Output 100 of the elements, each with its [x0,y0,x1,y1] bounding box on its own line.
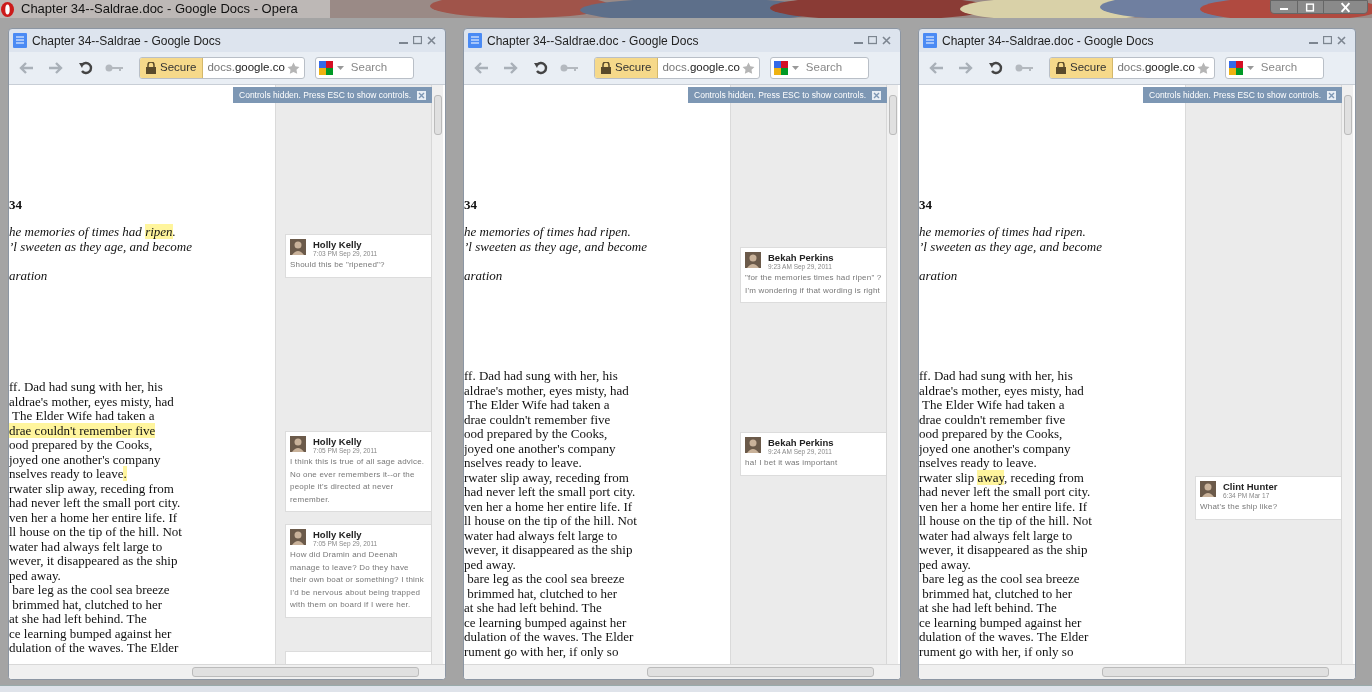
text-line: wever, it disappeared as the ship [919,543,1088,558]
search-field[interactable]: Search [769,57,869,79]
comment-author: Bekah Perkins [768,437,834,448]
vertical-scrollbar[interactable] [886,85,898,664]
minimize-icon[interactable] [1271,1,1297,13]
text-line: The Elder Wife had taken a [11,409,155,424]
horizontal-scrollbar[interactable] [464,664,900,679]
reload-icon[interactable] [79,61,93,75]
close-icon[interactable] [1327,90,1336,100]
comment-text: Should this be "ripened"? [290,259,386,271]
forward-icon[interactable] [503,62,518,74]
maximize-icon[interactable] [1323,36,1332,45]
reload-icon[interactable] [989,61,1003,75]
text-line: ff. Dad had sung with her, his [9,380,163,395]
text-line: brimmed hat, clutched to her [921,586,1073,601]
text-line: he memories of times had ripen. [919,225,1086,240]
lock-icon [601,62,611,74]
vertical-scrollbar[interactable] [431,85,443,664]
key-icon[interactable] [105,64,123,72]
text-line: brimmed hat, clutched to her [466,586,618,601]
search-engine-icon [1228,61,1243,75]
star-icon[interactable] [741,61,755,75]
text-line: rwater slip away, receding from [9,481,174,496]
text-line: ’l sweeten as they age, and become [464,239,648,254]
search-field[interactable]: Search [1224,57,1324,79]
avatar-icon [290,529,306,545]
forward-icon[interactable] [48,62,63,74]
banner-text: Controls hidden. Press ESC to show controls. [1149,88,1321,102]
text-line: aldrae's mother, eyes misty, had [919,383,1084,398]
text-line: water had always felt large to [9,539,163,554]
avatar-icon [290,436,306,452]
app-title: Chapter 34--Saldrae.doc - Google Docs - Opera [21,0,298,19]
text-line: ce learning bumped against her [464,615,627,630]
text-line: rwater slip away, receding from [919,470,1084,485]
search-field[interactable]: Search [314,57,414,79]
text-line: drae couldn't remember five [464,412,611,427]
close-icon[interactable] [427,36,436,45]
secure-label: Secure [160,60,197,76]
text-line: had never left the small port city. [9,496,181,511]
vertical-scrollbar[interactable] [1341,85,1353,664]
text-line: aldrae's mother, eyes misty, had [464,383,629,398]
close-icon[interactable] [1337,36,1346,45]
text-line: ood prepared by the Cooks, [464,427,608,442]
star-icon[interactable] [1196,61,1210,75]
close-icon[interactable] [872,90,881,100]
comment-author: Holly Kelly [313,529,363,540]
text-line: joyed one another's company [919,441,1071,456]
text-line: at she had left behind. The [9,612,147,627]
text-line: ce learning bumped against her [9,626,172,641]
text-line: The Elder Wife had taken a [466,398,610,413]
text-line: nselves ready to leave. [9,467,127,482]
key-icon[interactable] [1015,64,1033,72]
text-line: he memories of times had ripen. [464,225,631,240]
close-icon[interactable] [417,90,426,100]
address-text: docs.google.co [207,60,285,76]
text-line: bare leg as the cool sea breeze [467,572,625,587]
back-icon[interactable] [19,62,34,74]
text-line: water had always felt large to [464,528,618,543]
back-icon[interactable] [474,62,489,74]
horizontal-scrollbar[interactable] [919,664,1355,679]
star-icon[interactable] [286,61,300,75]
caret-icon [336,66,344,70]
text-line: nselves ready to leave. [919,456,1037,471]
back-icon[interactable] [929,62,944,74]
address-bar[interactable]: Secure docs.google.co [594,57,760,79]
address-bar[interactable]: Secure docs.google.co [139,57,305,79]
text-line: ven her a home her entire life. If [464,499,633,514]
comment-text: ha! I bet it was important [745,457,839,469]
document-icon [468,33,482,48]
search-placeholder: Search [805,60,843,76]
maximize-icon[interactable] [868,36,877,45]
text-line: at she had left behind. The [464,601,602,616]
lock-icon [146,62,156,74]
restore-icon[interactable] [1297,1,1323,13]
secure-label: Secure [1070,60,1107,76]
text-line: wever, it disappeared as the ship [9,554,178,569]
search-placeholder: Search [350,60,388,76]
close-icon[interactable] [1323,1,1367,13]
comment-text: "for the memories times had ripen" ? I'm wondering if that wording is right [745,272,882,297]
horizontal-scrollbar[interactable] [9,664,445,679]
text-line: aldrae's mother, eyes misty, had [9,394,174,409]
text-line: ped away. [9,568,61,583]
text-line: The Elder Wife had taken a [921,398,1065,413]
search-engine-icon [773,61,788,75]
close-icon[interactable] [882,36,891,45]
text-line: ff. Dad had sung with her, his [919,369,1073,384]
text-line: drae couldn't remember five [919,412,1066,427]
opera-logo-icon[interactable] [1,1,14,17]
document-icon [13,33,27,48]
key-icon[interactable] [560,64,578,72]
forward-icon[interactable] [958,62,973,74]
text-line: he memories of times had ripen. [9,225,176,240]
text-line: ven her a home her entire life. If [919,499,1088,514]
avatar-icon [745,252,761,268]
maximize-icon[interactable] [413,36,422,45]
reload-icon[interactable] [534,61,548,75]
address-bar[interactable]: Secure docs.google.co [1049,57,1215,79]
search-engine-icon [318,61,333,75]
text-line: wever, it disappeared as the ship [464,543,633,558]
window-title: Chapter 34--Saldrae.doc - Google Docs [942,32,1155,50]
